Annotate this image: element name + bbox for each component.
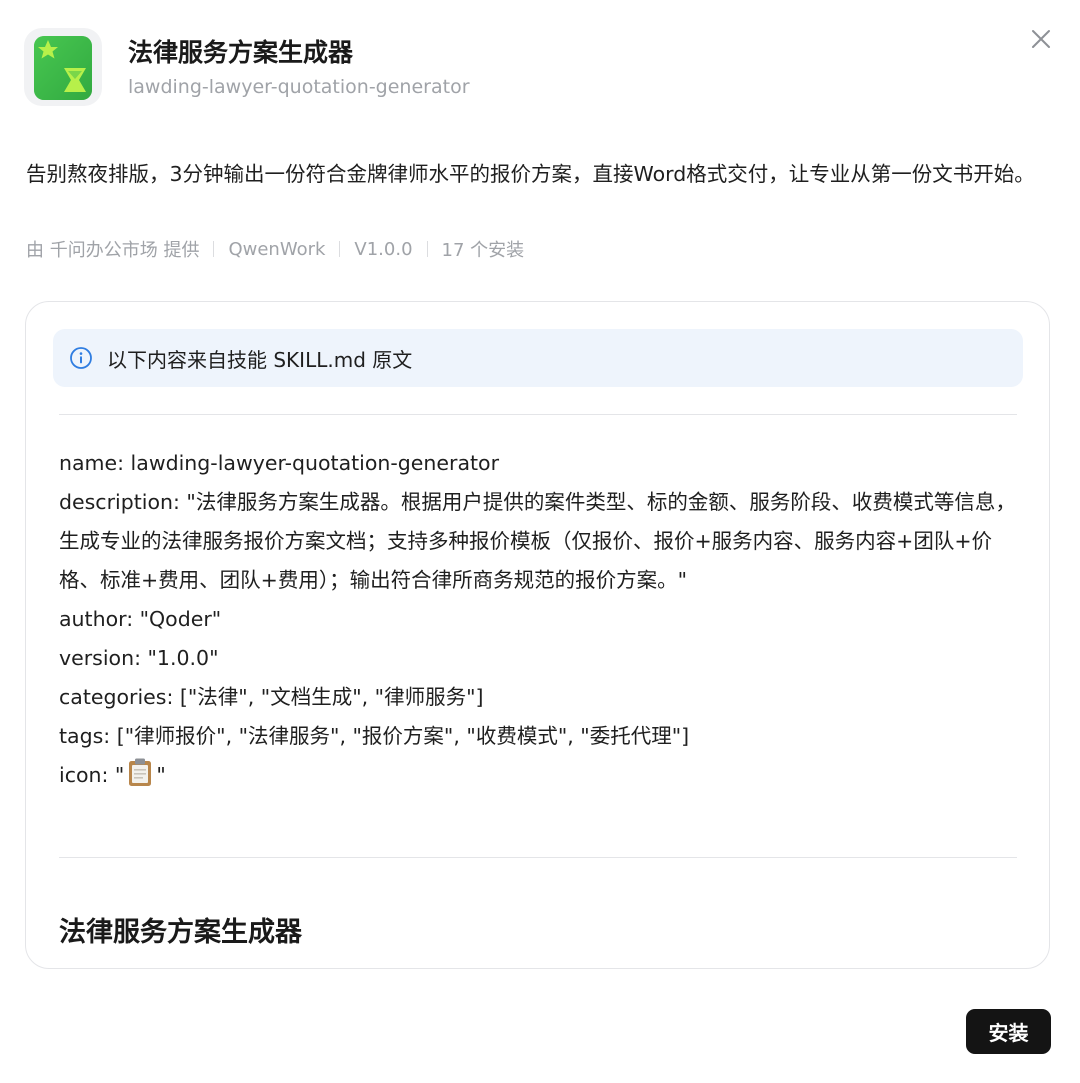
meta-installs: 17 个安装 xyxy=(441,240,525,261)
section-heading: 法律服务方案生成器 xyxy=(59,917,302,948)
skill-detail-dialog: 法律服务方案生成器 lawding-lawyer-quotation-gener… xyxy=(0,0,1080,1083)
meta-separator xyxy=(213,241,215,257)
divider xyxy=(59,857,1017,858)
frontmatter-tags: tags: ["律师报价", "法律服务", "报价方案", "收费模式", "… xyxy=(59,724,690,748)
divider xyxy=(59,414,1017,415)
frontmatter-icon-suffix: " xyxy=(156,763,166,787)
app-title: 法律服务方案生成器 xyxy=(128,38,354,67)
frontmatter-icon: icon: " " xyxy=(59,756,1019,795)
skill-summary: 告别熬夜排版，3分钟输出一份符合金牌律师水平的报价方案，直接Word格式交付，让… xyxy=(26,162,1035,186)
install-button[interactable]: 安装 xyxy=(966,1009,1051,1054)
hourglass-star-icon xyxy=(34,36,92,100)
clipboard-icon xyxy=(129,758,152,786)
frontmatter-version: version: "1.0.0" xyxy=(59,646,219,670)
close-icon xyxy=(1032,30,1050,48)
app-slug: lawding-lawyer-quotation-generator xyxy=(128,76,470,98)
app-icon xyxy=(24,28,102,106)
close-button[interactable] xyxy=(1026,24,1056,54)
skill-meta: 由 千问办公市场 提供 QwenWork V1.0.0 17 个安装 xyxy=(26,236,524,262)
meta-version: V1.0.0 xyxy=(354,238,413,260)
frontmatter-icon-prefix: icon: " xyxy=(59,763,125,787)
skill-content-card: 以下内容来自技能 SKILL.md 原文 name: lawding-lawye… xyxy=(25,301,1050,969)
frontmatter-author: author: "Qoder" xyxy=(59,607,222,631)
meta-separator xyxy=(339,241,341,257)
meta-platform: QwenWork xyxy=(228,238,326,260)
info-banner: 以下内容来自技能 SKILL.md 原文 xyxy=(53,329,1023,387)
info-icon xyxy=(70,347,92,369)
meta-provider: 由 千问办公市场 提供 xyxy=(26,240,200,261)
frontmatter-description: description: "法律服务方案生成器。根据用户提供的案件类型、标的金额… xyxy=(59,490,1016,592)
info-banner-text: 以下内容来自技能 SKILL.md 原文 xyxy=(107,347,413,372)
frontmatter-block: name: lawding-lawyer-quotation-generator… xyxy=(59,444,1019,795)
frontmatter-categories: categories: ["法律", "文档生成", "律师服务"] xyxy=(59,685,484,709)
meta-separator xyxy=(426,241,428,257)
frontmatter-name: name: lawding-lawyer-quotation-generator xyxy=(59,451,500,475)
